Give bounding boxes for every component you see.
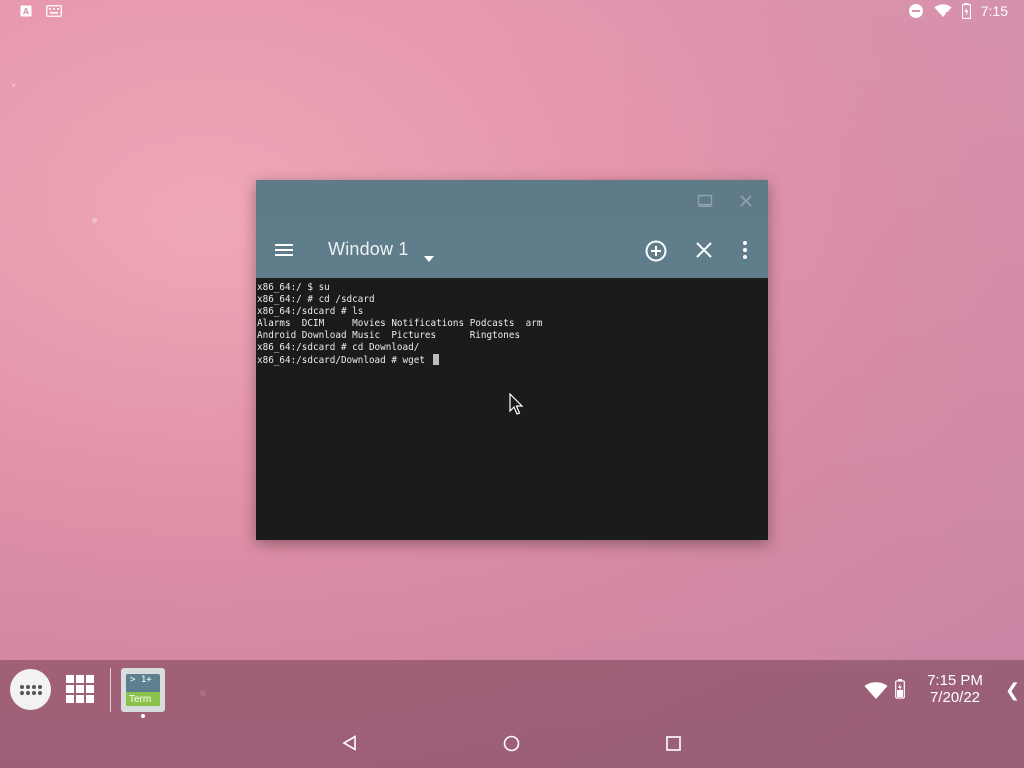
app-icon-top-label: > 1+ [130,675,152,685]
taskbar: > 1+ Term 7:15 PM 7/20/22 ❮ [0,660,1024,768]
home-icon[interactable] [503,735,520,752]
taskbar-clock[interactable]: 7:15 PM 7/20/22 [920,672,990,706]
maximize-icon[interactable] [697,193,713,209]
app-bar: Window 1 [256,222,768,278]
expand-icon[interactable]: ❮ [1005,680,1020,701]
taskbar-divider [110,668,111,712]
close-icon[interactable] [695,241,713,259]
dropdown-icon[interactable] [424,247,434,262]
close-icon[interactable] [738,193,754,209]
grid-icon[interactable] [66,675,94,703]
text-cursor [432,354,439,365]
terminal-window[interactable]: Window 1 x86_64:/ $ su x86_64:/ # cd /sd… [256,180,768,540]
keyboard-icon [46,5,62,17]
back-icon[interactable] [342,735,358,751]
battery-charging-icon [961,3,971,19]
window-caption-bar[interactable] [256,180,768,222]
terminal-line: Android Download Music Pictures Ringtone… [257,330,521,341]
svg-text:A: A [23,7,30,17]
terminal-app-icon[interactable]: > 1+ Term [121,668,165,712]
recents-icon[interactable] [666,736,681,751]
wallpaper-sparkle [12,84,15,87]
add-circle-icon[interactable] [644,239,668,263]
window-title[interactable]: Window 1 [328,239,409,260]
overflow-icon[interactable] [742,240,748,260]
menu-icon[interactable] [274,240,294,260]
battery-icon[interactable] [895,679,905,699]
terminal-prompt-line[interactable]: x86_64:/sdcard/Download # wget [257,354,768,366]
terminal-line: x86_64:/sdcard # cd Download/ [257,342,420,353]
wifi-icon [934,4,952,18]
mouse-pointer-icon [509,392,525,417]
do-not-disturb-icon [908,3,924,19]
terminal-line: x86_64:/sdcard # ls [257,306,364,317]
clock-time: 7:15 PM [927,672,983,689]
keyboard-a-icon: A [20,5,32,17]
app-icon-bottom-label: Term [129,694,152,705]
wifi-icon[interactable] [864,682,888,700]
status-bar: A 7:15 [0,0,1024,24]
wallpaper-sparkle [92,218,97,223]
terminal-line: Alarms DCIM Movies Notifications Podcast… [257,318,543,329]
running-indicator [141,714,145,718]
terminal-line: x86_64:/sdcard/Download # wget [257,355,431,366]
terminal-line: x86_64:/ $ su [257,282,330,293]
all-apps-button[interactable] [10,669,51,710]
status-time: 7:15 [980,3,1008,19]
apps-dots-icon [19,684,42,695]
clock-date: 7/20/22 [929,689,981,706]
terminal-line: x86_64:/ # cd /sdcard [257,294,375,305]
